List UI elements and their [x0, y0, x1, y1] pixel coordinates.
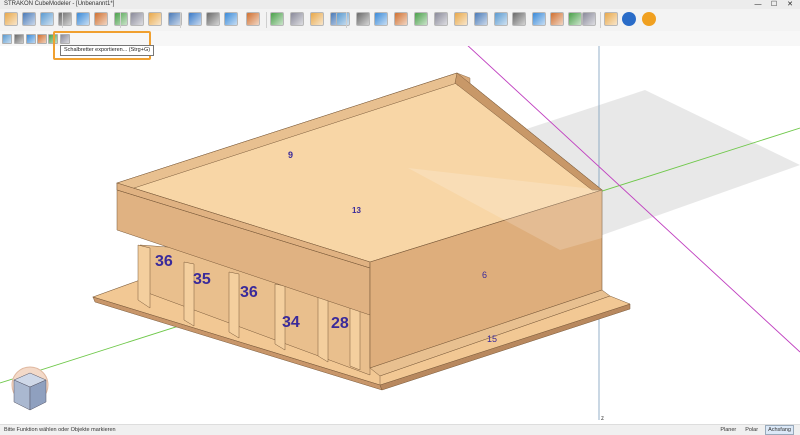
- export-icon[interactable]: [40, 12, 54, 26]
- model-label: 28: [331, 315, 349, 332]
- zoom-window-icon[interactable]: [246, 12, 260, 26]
- undo-icon[interactable]: [336, 12, 350, 26]
- view-cube[interactable]: [11, 366, 49, 411]
- model-label: 36: [240, 284, 258, 301]
- delete-icon[interactable]: [434, 12, 448, 26]
- model-label: 13: [352, 206, 361, 215]
- measure-icon[interactable]: [374, 12, 388, 26]
- toolbar-separator: [346, 12, 347, 28]
- minimize-button[interactable]: —: [750, 0, 766, 9]
- partition-1: [137, 244, 151, 309]
- cut-small-icon[interactable]: [26, 34, 36, 44]
- cube-small-icon[interactable]: [2, 34, 12, 44]
- title-bar: STRAKON CubeModeler - [Unbenannt1*] — ☐ …: [0, 0, 800, 9]
- partition-3: [228, 271, 240, 339]
- move-icon[interactable]: [310, 12, 324, 26]
- new-icon[interactable]: [4, 12, 18, 26]
- toolbar-separator: [180, 12, 181, 28]
- fill-icon[interactable]: [114, 12, 128, 26]
- mirror-icon[interactable]: [474, 12, 488, 26]
- join-icon[interactable]: [494, 12, 508, 26]
- layers-icon[interactable]: [58, 12, 72, 26]
- home-icon[interactable]: [188, 12, 202, 26]
- copy-icon[interactable]: [454, 12, 468, 26]
- toolbar-separator: [62, 12, 63, 28]
- partition-6: [349, 304, 361, 371]
- toolbar-separator: [120, 12, 121, 28]
- model-label: 6: [482, 270, 487, 280]
- model-label: 35: [193, 271, 211, 288]
- model-label: 9: [288, 150, 293, 160]
- layer-stack-icon[interactable]: [582, 12, 596, 26]
- toolbar-separator: [600, 12, 601, 28]
- toolbar-separator: [266, 12, 267, 28]
- color-icon[interactable]: [94, 12, 108, 26]
- brick-icon[interactable]: [550, 12, 564, 26]
- axis-icon[interactable]: [270, 12, 284, 26]
- confirm-icon[interactable]: [622, 12, 636, 26]
- z-axis-label: z: [601, 416, 604, 422]
- paint-icon[interactable]: [37, 34, 47, 44]
- list-icon[interactable]: [14, 34, 24, 44]
- status-bar: Bitte Funktion wählen oder Objekte marki…: [0, 424, 800, 435]
- array-icon[interactable]: [532, 12, 546, 26]
- settings-icon[interactable]: [130, 12, 144, 26]
- split-icon[interactable]: [512, 12, 526, 26]
- box-icon[interactable]: [224, 12, 238, 26]
- cancel-icon[interactable]: [642, 12, 656, 26]
- maximize-button[interactable]: ☐: [766, 0, 782, 9]
- model-label: 15: [487, 334, 497, 344]
- zoom-icon[interactable]: [206, 12, 220, 26]
- edit-icon[interactable]: [414, 12, 428, 26]
- grid-icon[interactable]: [148, 12, 162, 26]
- close-button[interactable]: ✕: [782, 0, 798, 9]
- snap-icon[interactable]: [394, 12, 408, 26]
- partition-5: [317, 295, 329, 363]
- rotate-icon[interactable]: [290, 12, 304, 26]
- model-label: 36: [155, 253, 173, 270]
- section-icon[interactable]: [568, 12, 582, 26]
- redo-icon[interactable]: [356, 12, 370, 26]
- model-label: 34: [282, 314, 300, 331]
- window-title: STRAKON CubeModeler - [Unbenannt1*]: [4, 1, 115, 7]
- cut-icon[interactable]: [76, 12, 90, 26]
- 3d-viewport[interactable]: 9 13 6 36 35 36 34 28 15 z: [0, 46, 800, 424]
- save-icon[interactable]: [22, 12, 36, 26]
- render-icon[interactable]: [604, 12, 618, 26]
